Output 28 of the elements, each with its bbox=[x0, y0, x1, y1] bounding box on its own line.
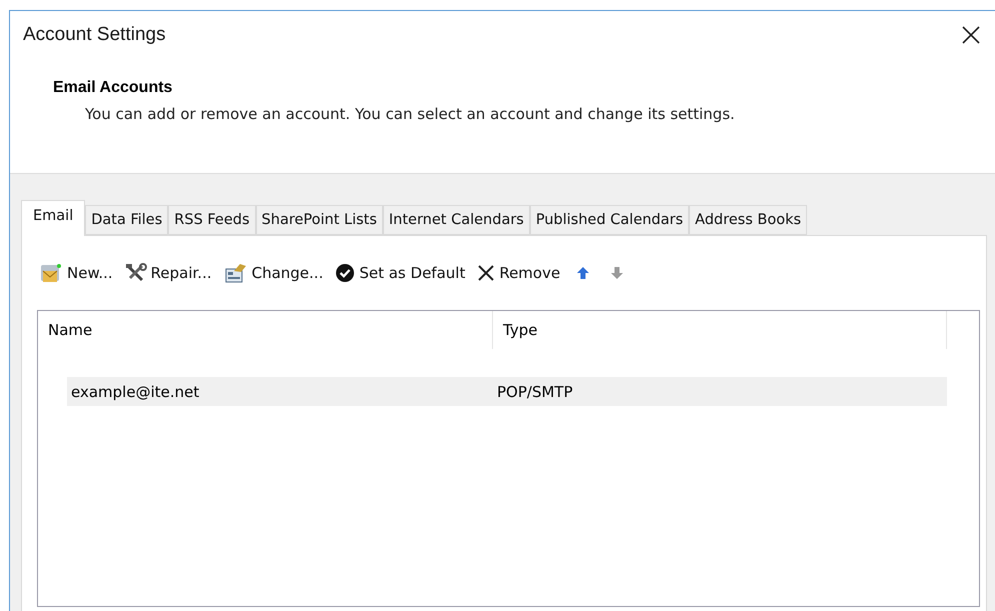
settings-card-icon bbox=[224, 263, 248, 283]
column-header[interactable]: Type bbox=[493, 311, 947, 349]
tab[interactable]: RSS Feeds bbox=[168, 205, 256, 235]
tab[interactable]: Published Calendars bbox=[530, 205, 690, 235]
down-arrow-icon bbox=[610, 266, 624, 280]
tab[interactable]: SharePoint Lists bbox=[256, 205, 383, 235]
toolbar-button[interactable]: Repair... bbox=[124, 263, 212, 283]
tools-icon bbox=[124, 263, 147, 283]
toolbar-button[interactable]: New... bbox=[39, 262, 113, 284]
close-icon bbox=[477, 264, 496, 282]
tab[interactable]: Email bbox=[21, 200, 86, 236]
toolbar-button[interactable]: Change... bbox=[224, 263, 324, 283]
table-cell-text: POP/SMTP bbox=[496, 382, 574, 400]
tab[interactable]: Address Books bbox=[689, 205, 808, 235]
up-arrow-icon bbox=[576, 266, 590, 280]
column-header[interactable]: Name bbox=[38, 311, 493, 349]
table-cell-text: example@ite.net bbox=[70, 382, 200, 400]
envelope-icon bbox=[39, 262, 63, 284]
section-description: You can add or remove an account. You can select an account and change its settings. bbox=[84, 105, 736, 123]
account-row[interactable]: example@ite.net POP/SMTP bbox=[67, 377, 947, 406]
section-title: Email Accounts bbox=[53, 79, 174, 97]
tab[interactable]: Data Files bbox=[85, 205, 168, 235]
window-title: Account Settings bbox=[23, 24, 166, 46]
toolbar-button[interactable]: Remove bbox=[477, 264, 560, 282]
check-circle-icon bbox=[335, 263, 356, 283]
close-icon bbox=[961, 25, 981, 45]
tab[interactable]: Internet Calendars bbox=[382, 205, 530, 235]
toolbar-button[interactable]: Set as Default bbox=[335, 263, 466, 283]
